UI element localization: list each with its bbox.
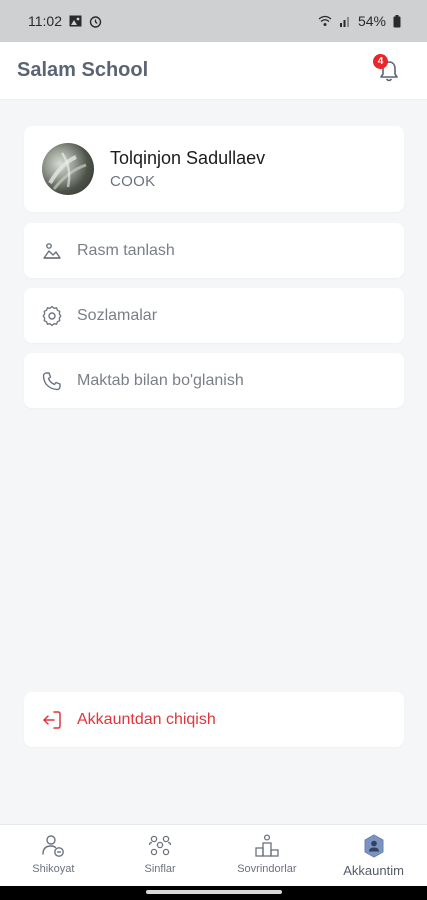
menu-item-label: Sozlamalar xyxy=(77,306,158,324)
status-left: 11:02 xyxy=(28,13,102,29)
nav-item-sinflar[interactable]: Sinflar xyxy=(107,825,214,886)
home-indicator[interactable] xyxy=(146,890,282,894)
avatar xyxy=(42,143,94,195)
classes-icon xyxy=(147,833,173,859)
status-right: 54% xyxy=(318,13,401,29)
nav-label: Sinflar xyxy=(144,863,176,875)
nav-label: Sovrindorlar xyxy=(237,863,297,875)
phone-icon xyxy=(41,370,63,392)
profile-role: COOK xyxy=(110,173,156,190)
menu-item-rasm-tanlash[interactable]: Rasm tanlash xyxy=(24,223,404,278)
image-icon xyxy=(69,15,82,27)
menu-item-label: Rasm tanlash xyxy=(77,241,175,259)
image-picker-icon xyxy=(41,240,63,262)
gesture-bar xyxy=(0,886,427,900)
app-bar: Salam School 4 xyxy=(0,42,427,100)
profile-card: Tolqinjon Sadullaev COOK xyxy=(24,126,404,212)
bottom-nav: Shikoyat Sinflar Sovrindorlar Akkauntim xyxy=(0,824,427,886)
status-bar: 11:02 54% xyxy=(0,0,427,42)
nav-label: Shikoyat xyxy=(32,863,75,875)
status-time: 11:02 xyxy=(28,13,62,29)
menu-item-sozlamalar[interactable]: Sozlamalar xyxy=(24,288,404,343)
nav-item-shikoyat[interactable]: Shikoyat xyxy=(0,825,107,886)
logout-label: Akkauntdan chiqish xyxy=(77,710,216,728)
gear-icon xyxy=(41,305,63,327)
battery-percent: 54% xyxy=(357,13,386,29)
signal-icon xyxy=(339,15,351,27)
app-title: Salam School xyxy=(17,59,149,81)
wifi-icon xyxy=(318,15,332,27)
logout-button[interactable]: Akkauntdan chiqish xyxy=(24,692,404,747)
podium-icon xyxy=(254,833,280,859)
notifications-button[interactable]: 4 xyxy=(373,53,403,85)
user-complaint-icon xyxy=(40,833,66,859)
logout-icon xyxy=(41,709,63,731)
menu-item-maktab-bilan-boglanish[interactable]: Maktab bilan bo'glanish xyxy=(24,353,404,408)
account-icon xyxy=(361,833,387,859)
menu-item-label: Maktab bilan bo'glanish xyxy=(77,371,244,389)
nav-label: Akkauntim xyxy=(343,863,404,878)
battery-icon xyxy=(393,14,401,28)
notification-badge: 4 xyxy=(373,53,388,69)
profile-name: Tolqinjon Sadullaev xyxy=(110,148,266,168)
alarm-icon xyxy=(89,15,102,28)
profile-text: Tolqinjon Sadullaev COOK xyxy=(110,148,265,190)
nav-item-akkauntim[interactable]: Akkauntim xyxy=(320,825,427,886)
nav-item-sovrindorlar[interactable]: Sovrindorlar xyxy=(214,825,321,886)
